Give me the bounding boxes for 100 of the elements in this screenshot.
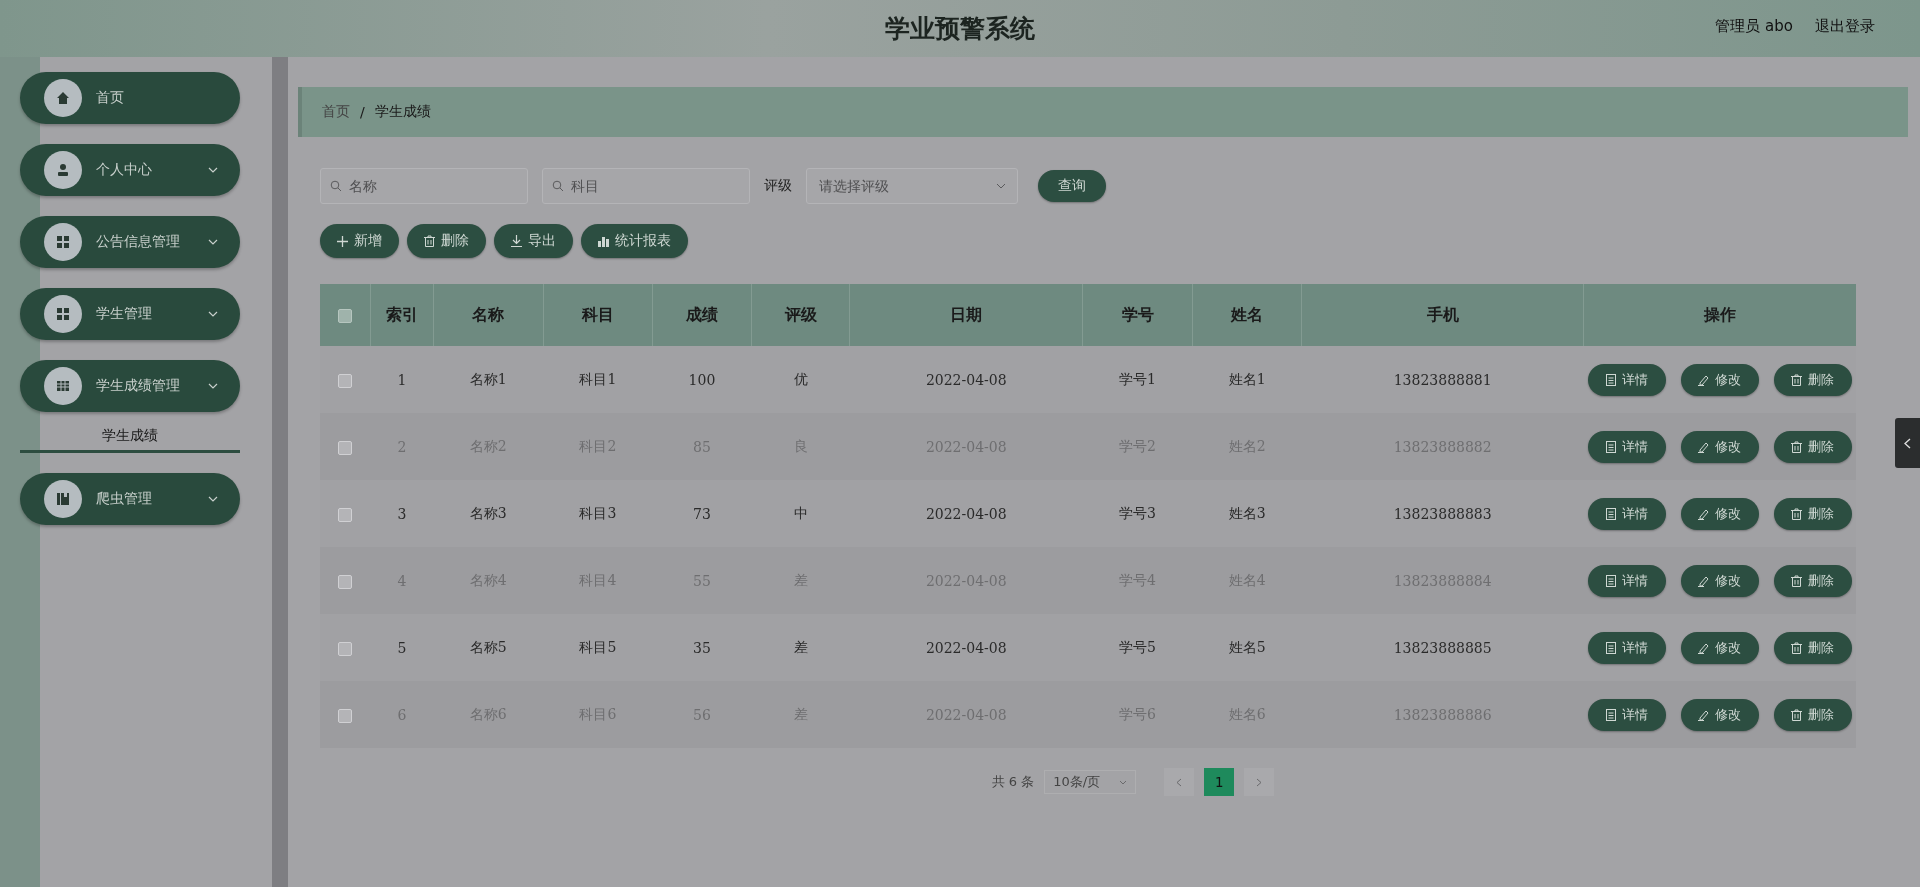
- delete-button[interactable]: 删除: [407, 224, 486, 258]
- delete-button[interactable]: 删除: [1773, 564, 1852, 597]
- pencil-icon: [1698, 373, 1710, 386]
- trash-icon: [1791, 574, 1803, 587]
- edit-button[interactable]: 修改: [1680, 698, 1759, 731]
- sidebar-item[interactable]: 学生成绩管理: [20, 360, 240, 412]
- document-icon: [1605, 574, 1616, 587]
- detail-button[interactable]: 详情: [1587, 363, 1666, 396]
- pencil-icon: [1698, 574, 1710, 587]
- total-count: 共 6 条: [991, 773, 1035, 791]
- table-cell: 学号3: [1082, 480, 1193, 547]
- table-cell: 差: [751, 614, 850, 681]
- detail-button[interactable]: 详情: [1587, 631, 1666, 664]
- row-checkbox[interactable]: [338, 507, 353, 522]
- trash-icon: [424, 235, 435, 247]
- trash-icon: [1791, 440, 1803, 453]
- breadcrumb-separator: /: [360, 104, 365, 120]
- delete-button[interactable]: 删除: [1773, 698, 1852, 731]
- chevron-left-icon: [1904, 437, 1911, 449]
- table-cell: 2022-04-08: [849, 480, 1083, 547]
- detail-button[interactable]: 详情: [1587, 698, 1666, 731]
- app-title: 学业预警系统: [885, 13, 1035, 45]
- sidebar-item[interactable]: 学生管理: [20, 288, 240, 340]
- delete-button[interactable]: 删除: [1773, 363, 1852, 396]
- table-cell: 姓名3: [1192, 480, 1302, 547]
- detail-button[interactable]: 详情: [1587, 564, 1666, 597]
- document-icon: [1605, 641, 1616, 654]
- logout-link[interactable]: 退出登录: [1815, 17, 1875, 36]
- table-cell: 35: [652, 614, 752, 681]
- grade-label: 评级: [764, 177, 792, 195]
- table-cell: 2022-04-08: [849, 346, 1083, 413]
- submenu-item[interactable]: 学生成绩: [20, 420, 240, 453]
- previous-page-button[interactable]: [1164, 768, 1195, 796]
- delete-button[interactable]: 删除: [1773, 430, 1852, 463]
- trash-icon: [1791, 641, 1803, 654]
- table-icon: [44, 367, 82, 405]
- table-cell: 名称3: [433, 480, 544, 547]
- table-cell: 73: [652, 480, 752, 547]
- chevron-down-icon: [996, 183, 1006, 189]
- trash-icon: [1791, 708, 1803, 721]
- edit-button[interactable]: 修改: [1680, 430, 1759, 463]
- table-cell: 科目3: [543, 480, 653, 547]
- plus-icon: [337, 235, 348, 247]
- table-cell: 100: [652, 346, 752, 413]
- document-icon: [1605, 507, 1616, 520]
- edit-button[interactable]: 修改: [1680, 497, 1759, 530]
- edit-button[interactable]: 修改: [1680, 564, 1759, 597]
- sidebar-item[interactable]: 爬虫管理: [20, 473, 240, 525]
- book-icon: [44, 480, 82, 518]
- row-checkbox[interactable]: [338, 373, 353, 388]
- row-checkbox[interactable]: [338, 574, 353, 589]
- page-size-select[interactable]: 10条/页: [1044, 770, 1137, 794]
- row-checkbox[interactable]: [338, 641, 353, 656]
- table-cell: 科目1: [543, 346, 653, 413]
- table-cell: 名称5: [433, 614, 544, 681]
- page-number[interactable]: 1: [1204, 768, 1235, 796]
- table-cell: 13823888885: [1301, 614, 1584, 681]
- sidebar-scrollbar[interactable]: [272, 57, 288, 887]
- table-cell: 学号1: [1082, 346, 1193, 413]
- pencil-icon: [1698, 440, 1710, 453]
- table-cell: 名称1: [433, 346, 544, 413]
- chevron-left-icon: [1176, 777, 1183, 787]
- select-all-checkbox[interactable]: [338, 309, 352, 323]
- table-cell: 姓名1: [1192, 346, 1302, 413]
- home-icon: [44, 79, 82, 117]
- export-button[interactable]: 导出: [494, 224, 573, 258]
- delete-button[interactable]: 删除: [1773, 497, 1852, 530]
- row-checkbox[interactable]: [338, 440, 353, 455]
- detail-button[interactable]: 详情: [1587, 430, 1666, 463]
- detail-button[interactable]: 详情: [1587, 497, 1666, 530]
- user-icon: [44, 151, 82, 189]
- subject-search-field[interactable]: 科目: [542, 168, 750, 204]
- document-icon: [1605, 440, 1616, 453]
- table-cell: 2022-04-08: [849, 614, 1083, 681]
- grade-select[interactable]: 请选择评级: [806, 168, 1018, 204]
- collapse-tab[interactable]: [1895, 418, 1920, 468]
- chevron-down-icon: [1119, 779, 1128, 785]
- next-page-button[interactable]: [1244, 768, 1275, 796]
- sidebar-item[interactable]: 公告信息管理: [20, 216, 240, 268]
- delete-button[interactable]: 删除: [1773, 631, 1852, 664]
- edit-button[interactable]: 修改: [1680, 363, 1759, 396]
- table-cell: 3: [370, 480, 434, 547]
- name-search-field[interactable]: 名称: [320, 168, 528, 204]
- grid-icon: [44, 295, 82, 333]
- breadcrumb-current: 学生成绩: [374, 103, 431, 121]
- row-checkbox[interactable]: [338, 708, 353, 723]
- table-cell: 学号5: [1082, 614, 1193, 681]
- trash-icon: [1791, 373, 1803, 386]
- table-cell: 姓名5: [1192, 614, 1302, 681]
- sidebar-item[interactable]: 首页: [20, 72, 240, 124]
- edit-button[interactable]: 修改: [1680, 631, 1759, 664]
- table-cell: 中: [751, 480, 850, 547]
- chevron-right-icon: [1256, 777, 1263, 787]
- sidebar-item[interactable]: 个人中心: [20, 144, 240, 196]
- add-button[interactable]: 新增: [320, 224, 399, 258]
- pencil-icon: [1698, 507, 1710, 520]
- document-icon: [1605, 708, 1616, 721]
- table-cell: 5: [370, 614, 434, 681]
- chart-button[interactable]: 统计报表: [581, 224, 688, 258]
- search-button[interactable]: 查询: [1038, 170, 1106, 202]
